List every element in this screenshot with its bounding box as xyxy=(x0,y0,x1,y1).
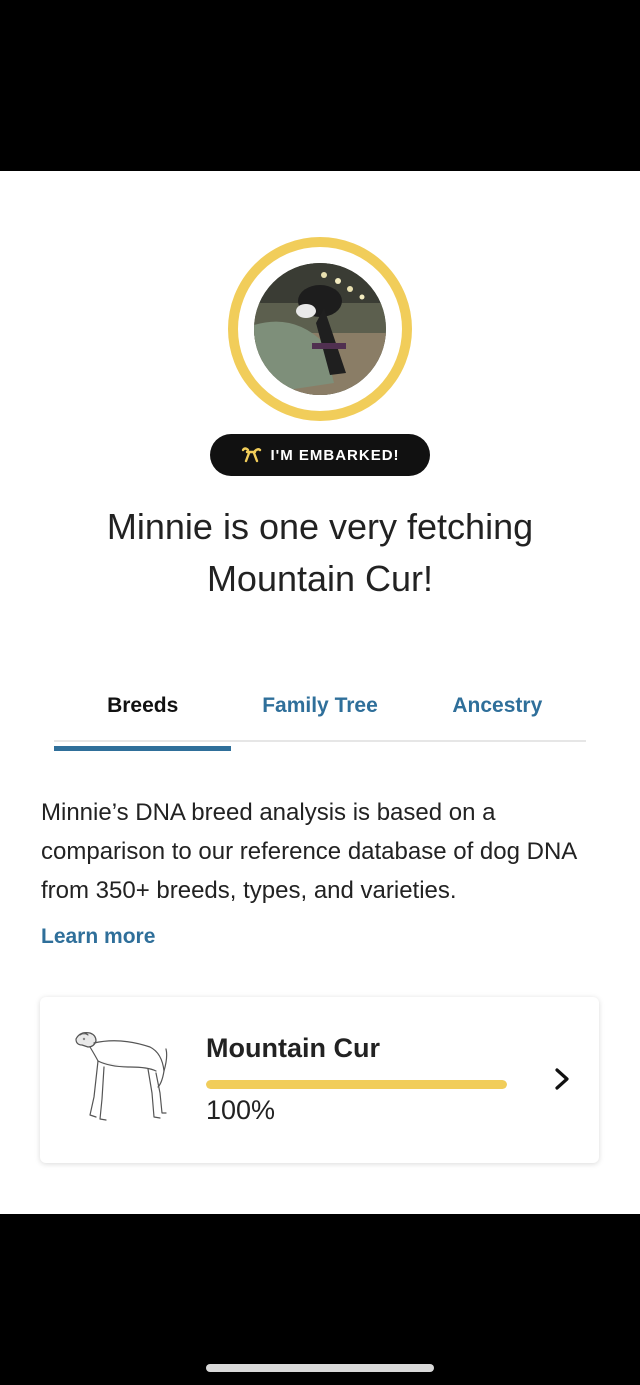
tab-ancestry[interactable]: Ancestry xyxy=(409,686,586,740)
headline-line-1: Minnie is one very fetching xyxy=(106,506,534,547)
embarked-badge: I'M EMBARKED! xyxy=(210,434,430,476)
headline-line-2: Mountain Cur! xyxy=(206,558,434,599)
dog-photo xyxy=(254,263,386,395)
chevron-right-icon[interactable] xyxy=(550,1064,574,1094)
breed-result-card[interactable]: Mountain Cur 100% xyxy=(40,997,599,1163)
learn-more-link[interactable]: Learn more xyxy=(41,925,155,949)
home-indicator[interactable] xyxy=(206,1364,434,1372)
breed-percentage-bar xyxy=(206,1080,507,1089)
status-bar-area xyxy=(0,0,640,171)
tab-bar: Breeds Family Tree Ancestry xyxy=(54,686,586,751)
tab-breeds[interactable]: Breeds xyxy=(54,686,232,751)
dog-avatar xyxy=(254,263,386,395)
results-screen: I'M EMBARKED! Minnie is one very fetchin… xyxy=(0,171,640,1214)
dog-avatar-ring xyxy=(228,237,412,421)
breed-illustration xyxy=(70,1027,168,1127)
breed-percentage-label: 100% xyxy=(206,1095,276,1125)
breed-name: Mountain Cur xyxy=(206,1033,380,1063)
badge-label: I'M EMBARKED! xyxy=(270,446,400,464)
tab-family-tree[interactable]: Family Tree xyxy=(231,686,408,740)
page-title: Minnie is one very fetching Mountain Cur… xyxy=(40,501,600,605)
breed-analysis-description: Minnie’s DNA breed analysis is based on … xyxy=(41,799,576,904)
bottom-bezel xyxy=(0,1214,640,1385)
breed-percentage-fill xyxy=(206,1080,507,1089)
balloon-dog-icon xyxy=(240,444,262,466)
